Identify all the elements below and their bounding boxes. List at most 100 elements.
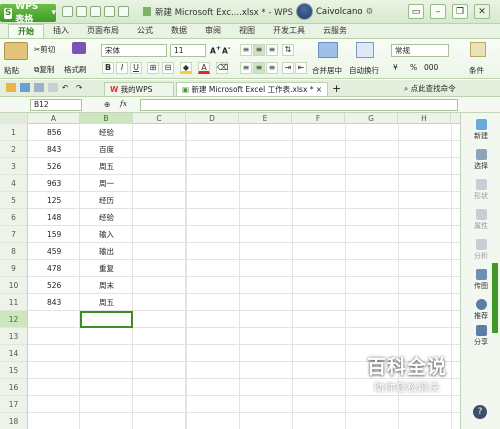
align-right-icon[interactable]: ≡	[266, 62, 278, 74]
row-header[interactable]: 16	[0, 379, 28, 396]
cell-a[interactable]: 526	[28, 277, 80, 294]
paste-button[interactable]: 粘贴	[4, 65, 19, 76]
cell-b[interactable]: 周一	[80, 175, 133, 192]
minimize-button[interactable]: –	[430, 4, 446, 19]
cell-b[interactable]: 周五	[80, 158, 133, 175]
pane-analysis[interactable]: 分析	[461, 239, 500, 261]
cell-c[interactable]	[133, 226, 186, 243]
wrap-text-button[interactable]: 自动换行	[349, 65, 379, 76]
close-button[interactable]: ✕	[474, 4, 490, 19]
cell-b[interactable]: 经验	[80, 209, 133, 226]
font-color-icon[interactable]: A	[198, 62, 210, 74]
row-cells[interactable]	[186, 277, 460, 294]
open-folder-icon[interactable]	[76, 6, 87, 17]
new-file-icon[interactable]	[62, 6, 73, 17]
save-icon[interactable]	[20, 83, 30, 92]
row-cells[interactable]	[186, 328, 460, 345]
cell-b[interactable]	[80, 362, 133, 379]
clear-format-icon[interactable]: ⌫	[216, 62, 228, 74]
row-header[interactable]: 12	[0, 311, 28, 328]
row-header[interactable]: 6	[0, 209, 28, 226]
cell-c[interactable]	[133, 277, 186, 294]
tab-formulas[interactable]: 公式	[128, 24, 162, 38]
cell-c[interactable]	[133, 260, 186, 277]
cell-b[interactable]	[80, 328, 133, 345]
row-header[interactable]: 11	[0, 294, 28, 311]
column-header-e[interactable]: E	[239, 113, 292, 124]
cell-c[interactable]	[133, 413, 186, 429]
user-account[interactable]: Caivolcano ⚙	[296, 3, 373, 20]
pane-new[interactable]: 新建	[461, 119, 500, 141]
align-left-icon[interactable]: ≡	[240, 62, 252, 74]
format-painter-icon[interactable]	[72, 42, 86, 54]
cell-c[interactable]	[133, 175, 186, 192]
align-top-icon[interactable]: ≡	[240, 44, 252, 56]
zoom-icon[interactable]: ⊕	[104, 100, 110, 109]
align-middle-icon[interactable]: ≡	[253, 44, 265, 56]
cell-c[interactable]	[133, 209, 186, 226]
tab-data[interactable]: 数据	[162, 24, 196, 38]
font-grow-icon[interactable]: A+	[210, 45, 221, 56]
row-cells[interactable]	[186, 226, 460, 243]
merge-icon[interactable]: ⊟	[162, 62, 174, 74]
outdent-icon[interactable]: ⇤	[295, 62, 307, 74]
undo-icon[interactable]: ↶	[62, 83, 68, 92]
row-header[interactable]: 5	[0, 192, 28, 209]
close-icon[interactable]: ×	[316, 83, 322, 96]
cell-c[interactable]	[133, 294, 186, 311]
pane-shape[interactable]: 形状	[461, 179, 500, 201]
save-icon[interactable]	[90, 6, 101, 17]
paste-icon[interactable]	[4, 42, 28, 60]
row-cells[interactable]	[186, 158, 460, 175]
row-cells[interactable]	[186, 311, 460, 328]
row-cells[interactable]	[186, 175, 460, 192]
print-icon[interactable]	[104, 6, 115, 17]
row-header[interactable]: 2	[0, 141, 28, 158]
cell-b[interactable]: 输入	[80, 226, 133, 243]
selected-cell-b12[interactable]	[80, 311, 133, 328]
row-header[interactable]: 15	[0, 362, 28, 379]
print-preview-icon[interactable]	[48, 83, 58, 92]
cell-c[interactable]	[133, 396, 186, 413]
row-cells[interactable]	[186, 192, 460, 209]
cell-c[interactable]	[133, 192, 186, 209]
row-header[interactable]: 3	[0, 158, 28, 175]
row-header[interactable]: 13	[0, 328, 28, 345]
cell-a[interactable]: 125	[28, 192, 80, 209]
merge-center-icon[interactable]	[318, 42, 338, 58]
row-header[interactable]: 9	[0, 260, 28, 277]
cell-b[interactable]: 经验	[80, 124, 133, 141]
help-icon[interactable]: ?	[473, 405, 487, 419]
border-icon[interactable]: ⊞	[147, 62, 159, 74]
tab-page-layout[interactable]: 页面布局	[78, 24, 128, 38]
row-header[interactable]: 8	[0, 243, 28, 260]
cell-a[interactable]	[28, 413, 80, 429]
font-name-select[interactable]: 宋体	[101, 44, 167, 57]
cell-a[interactable]: 963	[28, 175, 80, 192]
column-header-a[interactable]: A	[28, 113, 80, 124]
cell-b[interactable]	[80, 345, 133, 362]
tab-developer[interactable]: 开发工具	[264, 24, 314, 38]
wrap-text-icon[interactable]	[356, 42, 374, 58]
cell-b[interactable]	[80, 396, 133, 413]
cell-b[interactable]	[80, 379, 133, 396]
column-header-b[interactable]: B	[80, 113, 133, 124]
cell-a[interactable]	[28, 345, 80, 362]
tab-insert[interactable]: 插入	[44, 24, 78, 38]
cell-b[interactable]: 周末	[80, 277, 133, 294]
tab-cloud[interactable]: 云服务	[314, 24, 356, 38]
cut-button[interactable]: ✂剪切	[34, 44, 55, 55]
cell-a[interactable]	[28, 362, 80, 379]
cell-b[interactable]: 百度	[80, 141, 133, 158]
row-header[interactable]: 18	[0, 413, 28, 429]
conditional-format-button[interactable]: 条件	[469, 65, 484, 76]
cell-a[interactable]	[28, 379, 80, 396]
cell-b[interactable]	[80, 413, 133, 429]
row-cells[interactable]	[186, 243, 460, 260]
cell-a[interactable]: 526	[28, 158, 80, 175]
row-cells[interactable]	[186, 124, 460, 141]
tab-home[interactable]: 开始	[8, 24, 44, 38]
orientation-icon[interactable]: ⇅	[282, 44, 294, 56]
column-header-d[interactable]: D	[186, 113, 239, 124]
cell-a[interactable]	[28, 396, 80, 413]
